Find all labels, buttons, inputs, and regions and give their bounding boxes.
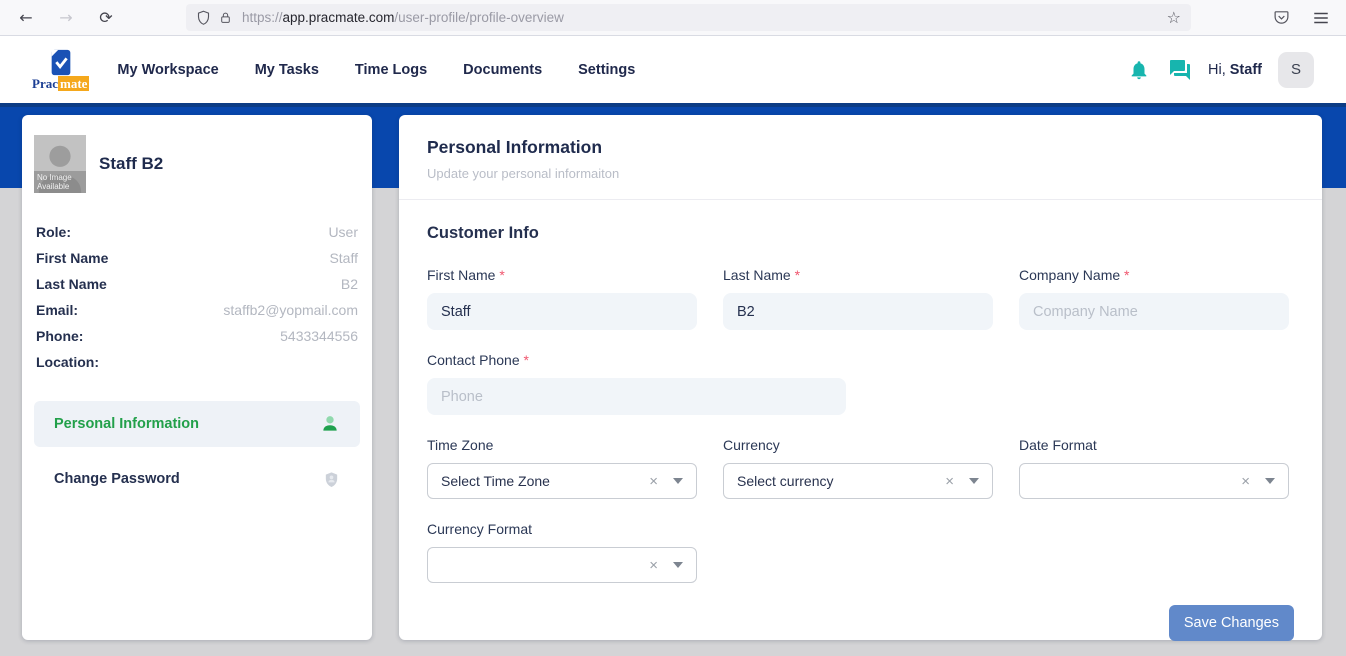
profile-summary-card: No Image Available Staff B2 Role: User F…: [22, 115, 372, 640]
clear-icon[interactable]: ×: [945, 473, 954, 490]
form-row-locale: Time Zone Select Time Zone × Currency Se…: [427, 437, 1294, 499]
clear-icon[interactable]: ×: [1241, 473, 1250, 490]
browser-reload-button[interactable]: ⟳: [94, 8, 118, 27]
browser-menu-icon[interactable]: [1312, 9, 1330, 27]
customer-info-form: Customer Info First Name * Last Name * C…: [399, 200, 1322, 641]
detail-row-last-name: Last Name B2: [34, 271, 360, 297]
page-title: Personal Information: [427, 137, 1294, 158]
card-header: Personal Information Update your persona…: [399, 115, 1322, 200]
field-currency-format: Currency Format ×: [427, 521, 697, 583]
chevron-down-icon: [673, 562, 683, 568]
browser-address-bar[interactable]: https://app.pracmate.com/user-profile/pr…: [186, 4, 1191, 31]
required-marker: *: [524, 352, 529, 368]
pracmate-logo-text: Pracmate: [32, 77, 89, 91]
field-date-format: Date Format ×: [1019, 437, 1289, 499]
form-row-currency-format: Currency Format ×: [427, 521, 1294, 583]
browser-forward-button[interactable]: →: [54, 8, 78, 27]
field-first-name: First Name *: [427, 267, 697, 330]
clear-icon[interactable]: ×: [649, 557, 658, 574]
browser-toolbar: ← → ⟳ https://app.pracmate.com/user-prof…: [0, 0, 1346, 36]
required-marker: *: [1124, 267, 1129, 283]
tracking-shield-icon: [196, 10, 211, 25]
nav-item-my-workspace[interactable]: My Workspace: [117, 62, 218, 78]
detail-row-phone: Phone: 5433344556: [34, 323, 360, 349]
contact-phone-input[interactable]: [427, 378, 846, 415]
nav-item-settings[interactable]: Settings: [578, 62, 635, 78]
lock-icon: [219, 11, 232, 25]
pocket-icon[interactable]: [1273, 9, 1290, 26]
field-contact-phone: Contact Phone *: [427, 352, 846, 415]
profile-side-menu: Personal Information Change Password: [34, 401, 360, 502]
clear-icon[interactable]: ×: [649, 473, 658, 490]
company-name-input[interactable]: [1019, 293, 1289, 330]
field-time-zone: Time Zone Select Time Zone ×: [427, 437, 697, 499]
profile-name: Staff B2: [99, 154, 163, 174]
date-format-select[interactable]: ×: [1019, 463, 1289, 499]
user-greeting: Hi, Staff: [1208, 62, 1262, 78]
section-title: Customer Info: [427, 224, 1294, 243]
pracmate-logo[interactable]: Pracmate: [32, 49, 89, 91]
first-name-input[interactable]: [427, 293, 697, 330]
field-last-name: Last Name *: [723, 267, 993, 330]
messages-chat-icon[interactable]: [1168, 58, 1192, 82]
form-actions: Save Changes: [427, 605, 1294, 641]
profile-photo-placeholder: No Image Available: [34, 135, 86, 193]
shield-icon: [323, 470, 340, 489]
chevron-down-icon: [1265, 478, 1275, 484]
profile-details-list: Role: User First Name Staff Last Name B2…: [34, 219, 360, 375]
page-subtitle: Update your personal informaiton: [427, 166, 1294, 181]
bookmark-star-icon[interactable]: ☆: [1167, 8, 1181, 27]
field-company-name: Company Name *: [1019, 267, 1289, 330]
pracmate-logo-icon: [49, 49, 73, 77]
form-row-names: First Name * Last Name * Company Name *: [427, 267, 1294, 330]
detail-row-location: Location:: [34, 349, 360, 375]
person-icon: [320, 414, 340, 434]
profile-head: No Image Available Staff B2: [34, 135, 360, 193]
url-text: https://app.pracmate.com/user-profile/pr…: [242, 10, 564, 25]
save-changes-button[interactable]: Save Changes: [1169, 605, 1294, 641]
currency-select[interactable]: Select currency ×: [723, 463, 993, 499]
nav-item-my-tasks[interactable]: My Tasks: [255, 62, 319, 78]
currency-format-select[interactable]: ×: [427, 547, 697, 583]
chevron-down-icon: [969, 478, 979, 484]
detail-row-email: Email: staffb2@yopmail.com: [34, 297, 360, 323]
notifications-bell-icon[interactable]: [1128, 59, 1150, 81]
required-marker: *: [499, 267, 504, 283]
nav-item-documents[interactable]: Documents: [463, 62, 542, 78]
chevron-down-icon: [673, 478, 683, 484]
last-name-input[interactable]: [723, 293, 993, 330]
required-marker: *: [795, 267, 800, 283]
detail-row-role: Role: User: [34, 219, 360, 245]
no-image-label: No Image Available: [34, 171, 86, 193]
browser-back-button[interactable]: ←: [14, 8, 38, 27]
user-avatar[interactable]: S: [1278, 52, 1314, 88]
main-menu: My Workspace My Tasks Time Logs Document…: [117, 62, 635, 78]
personal-information-card: Personal Information Update your persona…: [399, 115, 1322, 640]
nav-item-time-logs[interactable]: Time Logs: [355, 62, 427, 78]
menu-item-personal-information[interactable]: Personal Information: [34, 401, 360, 447]
field-currency: Currency Select currency ×: [723, 437, 993, 499]
time-zone-select[interactable]: Select Time Zone ×: [427, 463, 697, 499]
app-navbar: Pracmate My Workspace My Tasks Time Logs…: [0, 36, 1346, 103]
menu-item-change-password[interactable]: Change Password: [34, 456, 360, 502]
detail-row-first-name: First Name Staff: [34, 245, 360, 271]
page-background: No Image Available Staff B2 Role: User F…: [0, 103, 1346, 656]
